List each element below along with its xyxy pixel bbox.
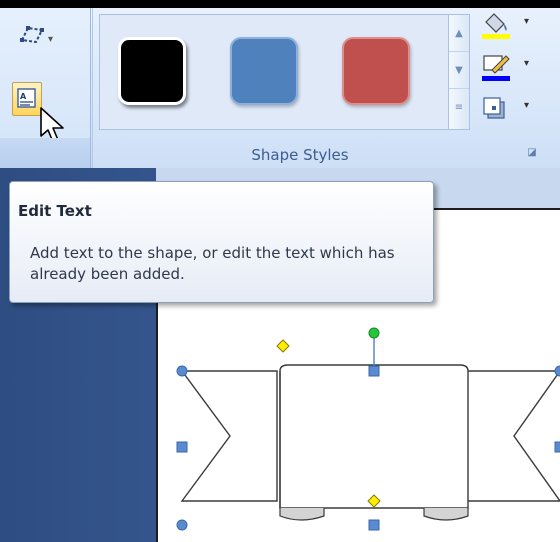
resize-handle-bottom-left[interactable] xyxy=(176,519,188,531)
shape-style-blue[interactable] xyxy=(230,37,298,105)
tooltip-title: Edit Text xyxy=(18,202,92,220)
resize-handle-left[interactable] xyxy=(176,441,188,453)
resize-handle-top-left[interactable] xyxy=(176,365,188,377)
shape-fill-button[interactable]: ▾ xyxy=(478,8,548,44)
shape-outline-icon xyxy=(482,55,510,81)
shape-style-black[interactable] xyxy=(118,37,186,105)
shape-style-red[interactable] xyxy=(342,37,410,105)
gallery-scroll: ▲ ▼ ≡ xyxy=(448,14,470,130)
gallery-scroll-down-icon[interactable]: ▼ xyxy=(449,52,469,89)
edit-shape-button[interactable]: ▾ xyxy=(16,20,66,50)
edit-text-icon: A xyxy=(17,88,36,108)
shape-effects-icon xyxy=(483,97,505,119)
shape-styles-gallery xyxy=(99,14,470,130)
svg-text:A: A xyxy=(20,92,27,101)
shape-effects-button[interactable]: ▾ xyxy=(478,92,548,128)
svg-text:▾: ▾ xyxy=(48,34,53,45)
rotation-handle[interactable] xyxy=(368,327,380,339)
chevron-down-icon[interactable]: ▾ xyxy=(524,100,529,111)
adjustment-handle[interactable] xyxy=(276,339,290,353)
gallery-scroll-up-icon[interactable]: ▲ xyxy=(449,15,469,52)
chevron-down-icon[interactable]: ▾ xyxy=(524,58,529,69)
gallery-more-icon[interactable]: ≡ xyxy=(449,89,469,126)
tooltip: Edit Text Add text to the shape, or edit… xyxy=(9,181,434,303)
tooltip-body: Add text to the shape, or edit the text … xyxy=(30,244,395,283)
resize-handle-right[interactable] xyxy=(554,441,560,453)
shape-fill-icon xyxy=(482,13,510,39)
group-caption: Shape Styles xyxy=(251,146,349,164)
resize-handle-bottom[interactable] xyxy=(368,519,380,531)
shape-outline-button[interactable]: ▾ xyxy=(478,50,548,86)
edit-shape-icon: ▾ xyxy=(20,26,53,45)
left-group-caption xyxy=(0,138,90,168)
dialog-launcher-icon[interactable]: ◪ xyxy=(525,146,539,160)
resize-handle-top[interactable] xyxy=(368,365,380,377)
chevron-down-icon[interactable]: ▾ xyxy=(524,16,529,27)
